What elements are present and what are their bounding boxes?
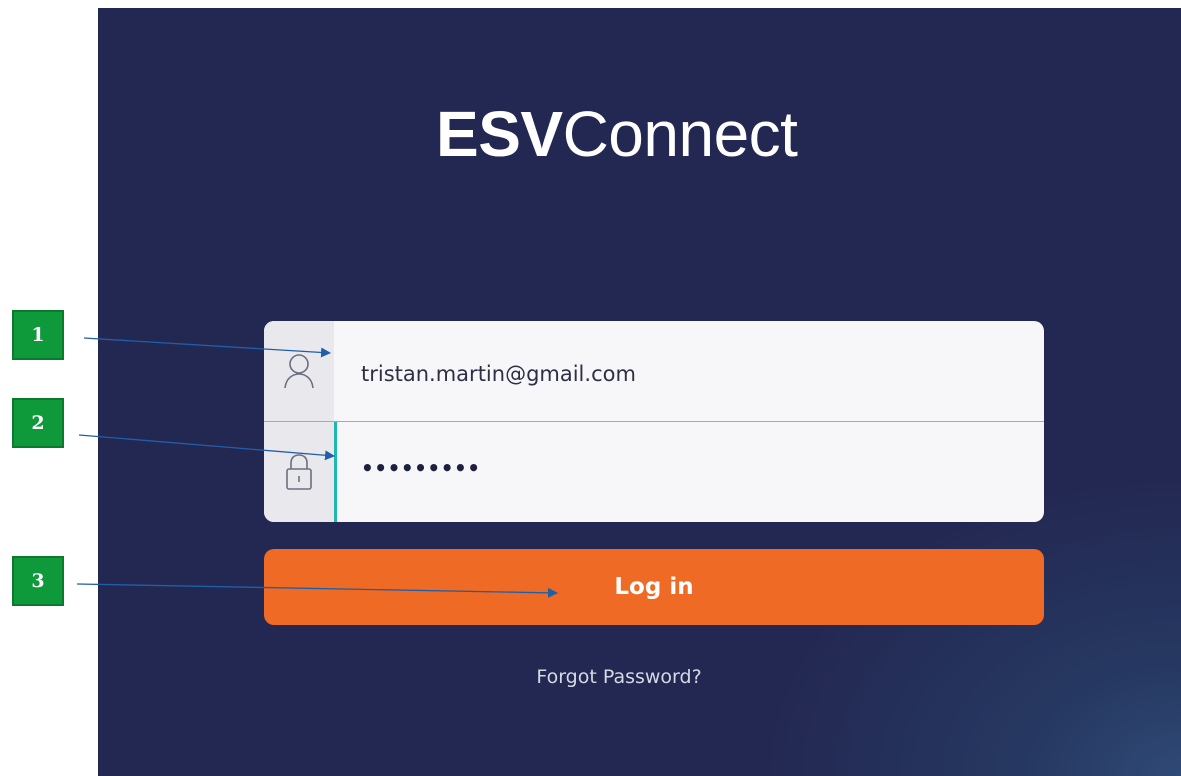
- login-button[interactable]: Log in: [264, 549, 1044, 625]
- password-focus-indicator: [334, 422, 337, 522]
- annotation-3-badge: 3: [12, 556, 64, 606]
- email-value[interactable]: tristan.martin@gmail.com: [361, 321, 636, 421]
- logo-light-text: Connect: [562, 98, 798, 170]
- forgot-password-link[interactable]: Forgot Password?: [536, 662, 701, 692]
- login-form: tristan.martin@gmail.com •••••••••: [264, 321, 1044, 522]
- password-field[interactable]: •••••••••: [264, 422, 1044, 522]
- annotation-2-badge: 2: [12, 398, 64, 448]
- esvconnect-logo: ESVConnect: [436, 94, 798, 174]
- user-icon: [264, 321, 334, 421]
- annotation-1-badge: 1: [12, 310, 64, 360]
- lock-icon: [264, 422, 334, 522]
- logo-bold-text: ESV: [436, 98, 563, 170]
- forgot-password-row: Forgot Password?: [98, 662, 1181, 692]
- login-panel: ESVConnect tristan.martin@gmail.com ••••…: [98, 8, 1181, 776]
- password-value[interactable]: •••••••••: [361, 422, 481, 522]
- email-field[interactable]: tristan.martin@gmail.com: [264, 321, 1044, 421]
